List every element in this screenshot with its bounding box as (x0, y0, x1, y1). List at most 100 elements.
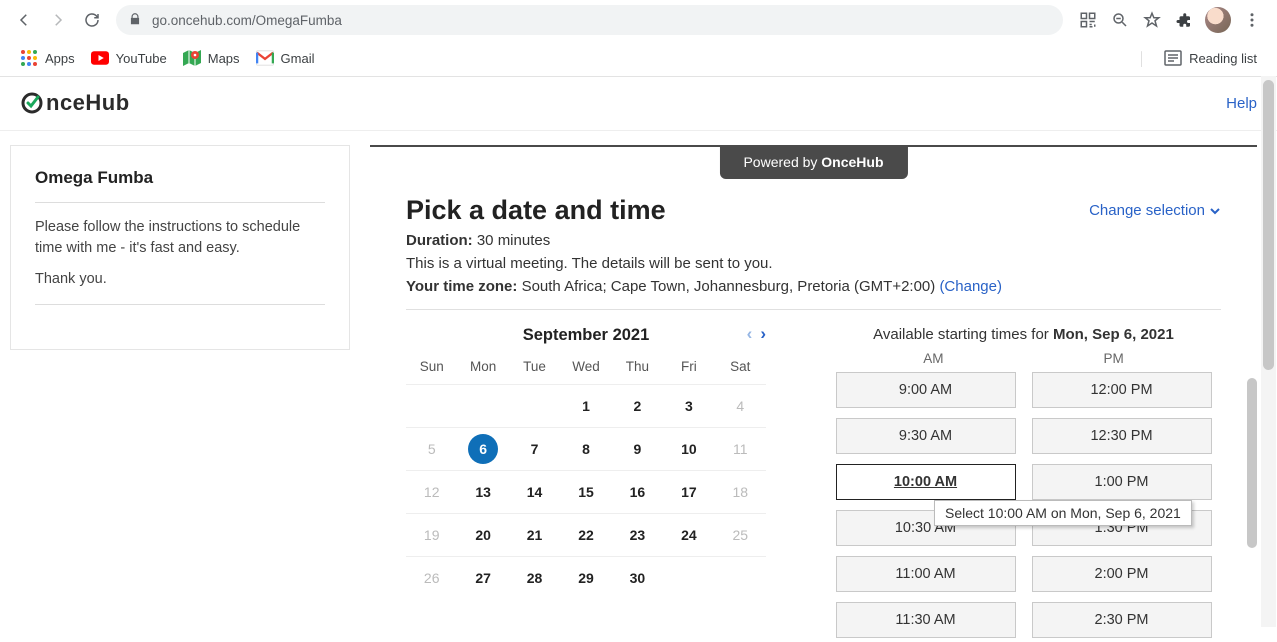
calendar-day[interactable]: 20 (457, 514, 508, 556)
dow-label: Sun (406, 355, 457, 384)
dow-label: Fri (663, 355, 714, 384)
calendar-day[interactable]: 3 (663, 385, 714, 427)
time-slot[interactable]: 1:00 PM (1032, 464, 1212, 500)
calendar-day[interactable]: 22 (560, 514, 611, 556)
zoom-icon[interactable] (1109, 9, 1131, 31)
calendar-day[interactable]: 23 (612, 514, 663, 556)
calendar-day[interactable]: 30 (612, 557, 663, 599)
calendar-day[interactable]: 17 (663, 471, 714, 513)
change-selection-link[interactable]: Change selection (1089, 202, 1221, 219)
bookmarks-bar: Apps YouTube Maps Gmail │ Reading list (0, 40, 1277, 77)
time-slots-panel: Available starting times for Mon, Sep 6,… (826, 320, 1221, 638)
time-slot[interactable]: 2:30 PM (1032, 602, 1212, 638)
time-slot[interactable]: 12:30 PM (1032, 418, 1212, 454)
gmail-bookmark[interactable]: Gmail (248, 44, 323, 72)
calendar: September 2021 ‹ › SunMonTueWedThuFriSat… (406, 320, 766, 638)
reading-list-icon (1164, 49, 1182, 67)
host-thanks: Thank you. (35, 269, 325, 290)
slots-scrollbar[interactable] (1247, 374, 1257, 614)
menu-icon[interactable] (1241, 9, 1263, 31)
am-header: AM (923, 351, 943, 366)
calendar-day[interactable]: 6 (457, 428, 508, 470)
page-content: nceHub Help Omega Fumba Please follow th… (0, 76, 1277, 627)
change-timezone-link[interactable]: (Change) (939, 278, 1002, 295)
calendar-day: 26 (406, 557, 457, 599)
pm-header: PM (1104, 351, 1124, 366)
star-icon[interactable] (1141, 9, 1163, 31)
qr-icon[interactable] (1077, 9, 1099, 31)
apps-icon (20, 49, 38, 67)
dow-label: Mon (457, 355, 508, 384)
calendar-day: 11 (715, 428, 766, 470)
calendar-day[interactable]: 16 (612, 471, 663, 513)
calendar-day: 5 (406, 428, 457, 470)
gmail-label: Gmail (281, 51, 315, 66)
calendar-day[interactable]: 28 (509, 557, 560, 599)
calendar-day[interactable]: 24 (663, 514, 714, 556)
reading-list-label: Reading list (1189, 51, 1257, 66)
calendar-day[interactable]: 14 (509, 471, 560, 513)
maps-icon (183, 49, 201, 67)
help-link[interactable]: Help (1226, 95, 1257, 112)
calendar-day[interactable]: 2 (612, 385, 663, 427)
apps-button[interactable]: Apps (12, 44, 83, 72)
calendar-day[interactable]: 15 (560, 471, 611, 513)
apps-label: Apps (45, 51, 75, 66)
chevron-down-icon (1209, 205, 1221, 217)
reload-button[interactable] (76, 4, 108, 36)
time-slot[interactable]: 9:30 AM (836, 418, 1016, 454)
time-slot[interactable]: 12:00 PM (1032, 372, 1212, 408)
powered-by-badge[interactable]: Powered by OnceHub (719, 147, 907, 179)
time-slot[interactable]: 2:00 PM (1032, 556, 1212, 592)
reading-list-button[interactable]: Reading list (1156, 44, 1265, 72)
logo-icon (20, 91, 44, 115)
dow-label: Sat (715, 355, 766, 384)
calendar-day: 25 (715, 514, 766, 556)
calendar-day[interactable]: 13 (457, 471, 508, 513)
host-name: Omega Fumba (35, 168, 325, 188)
dow-label: Thu (612, 355, 663, 384)
time-slot[interactable]: 10:00 AM (836, 464, 1016, 500)
page-scrollbar[interactable] (1261, 76, 1276, 627)
profile-avatar[interactable] (1205, 7, 1231, 33)
booking-main: Powered by OnceHub Pick a date and time … (370, 145, 1257, 642)
slot-tooltip: Select 10:00 AM on Mon, Sep 6, 2021 (934, 500, 1192, 526)
calendar-day: 12 (406, 471, 457, 513)
calendar-day: 4 (715, 385, 766, 427)
calendar-day[interactable]: 9 (612, 428, 663, 470)
oncehub-logo[interactable]: nceHub (20, 90, 130, 116)
url-text: go.oncehub.com/OmegaFumba (152, 13, 342, 28)
virtual-note: This is a virtual meeting. The details w… (406, 255, 1221, 272)
calendar-day[interactable]: 21 (509, 514, 560, 556)
calendar-day[interactable]: 29 (560, 557, 611, 599)
lock-icon (128, 12, 142, 29)
address-bar[interactable]: go.oncehub.com/OmegaFumba (116, 5, 1063, 35)
calendar-day[interactable]: 8 (560, 428, 611, 470)
duration-line: Duration: 30 minutes (406, 232, 1221, 249)
calendar-day[interactable]: 7 (509, 428, 560, 470)
time-slot[interactable]: 9:00 AM (836, 372, 1016, 408)
timezone-line: Your time zone: South Africa; Cape Town,… (406, 278, 1221, 295)
youtube-bookmark[interactable]: YouTube (83, 44, 175, 72)
calendar-month-label: September 2021 (523, 326, 650, 345)
time-slot[interactable]: 11:30 AM (836, 602, 1016, 638)
reload-icon (83, 11, 101, 29)
arrow-left-icon (15, 11, 33, 29)
calendar-day[interactable]: 1 (560, 385, 611, 427)
calendar-day[interactable]: 10 (663, 428, 714, 470)
time-slot[interactable]: 11:00 AM (836, 556, 1016, 592)
calendar-day[interactable]: 27 (457, 557, 508, 599)
next-month-button[interactable]: › (760, 324, 766, 344)
page-header: nceHub Help (0, 76, 1277, 131)
host-card: Omega Fumba Please follow the instructio… (10, 145, 350, 350)
host-instructions: Please follow the instructions to schedu… (35, 217, 325, 259)
forward-button[interactable] (42, 4, 74, 36)
gmail-icon (256, 49, 274, 67)
dow-label: Wed (560, 355, 611, 384)
prev-month-button[interactable]: ‹ (747, 324, 753, 344)
browser-toolbar: go.oncehub.com/OmegaFumba (0, 0, 1277, 40)
youtube-icon (91, 49, 109, 67)
back-button[interactable] (8, 4, 40, 36)
extensions-icon[interactable] (1173, 9, 1195, 31)
maps-bookmark[interactable]: Maps (175, 44, 248, 72)
